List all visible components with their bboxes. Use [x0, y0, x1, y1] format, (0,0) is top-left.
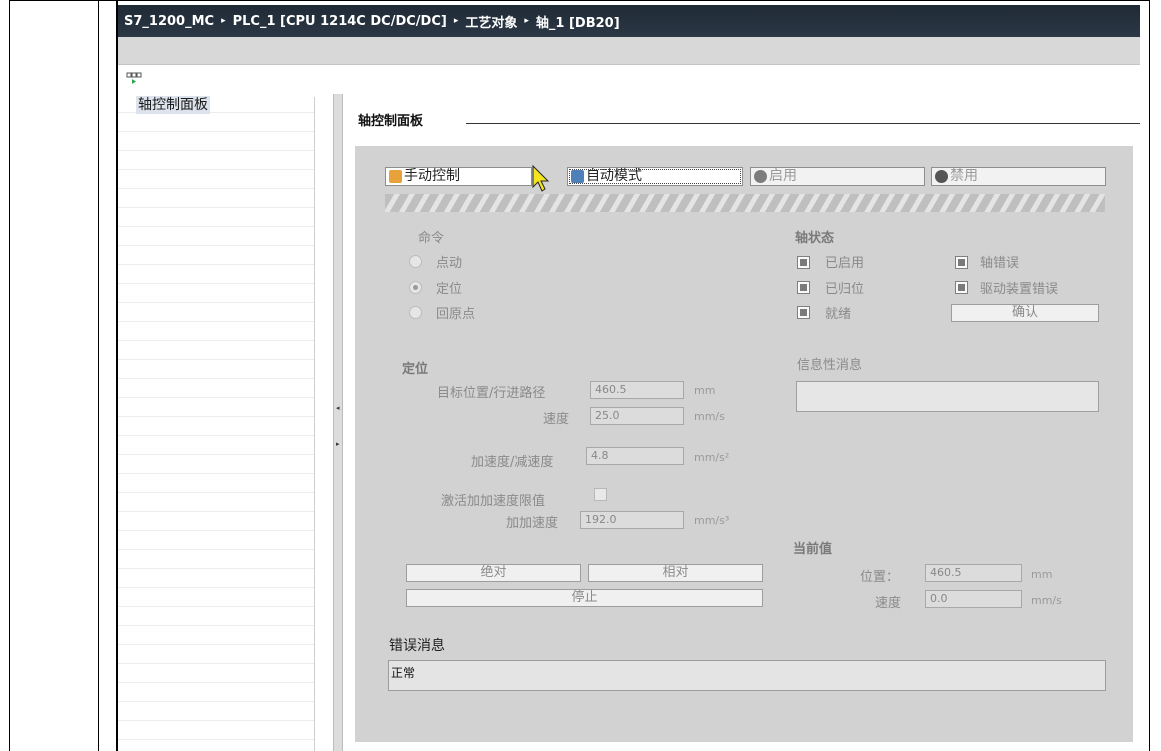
- jerk-limit-label: 激活加加速度限值: [441, 494, 546, 509]
- breadcrumb: S7_1200_MC ▸ PLC_1 [CPU 1214C DC/DC/DC] …: [118, 5, 1140, 37]
- current-position-field: 460.5: [925, 564, 1022, 582]
- auto-mode-icon: [571, 170, 584, 183]
- hand-icon: [389, 170, 402, 183]
- error-message-text: 正常: [391, 666, 416, 680]
- toolbar-strip: [118, 37, 1140, 65]
- homing-label: 回原点: [436, 307, 476, 322]
- axis-panel-icon: [126, 72, 142, 84]
- target-position-unit: mm: [694, 384, 716, 397]
- enable-label: 启用: [769, 168, 797, 184]
- disable-label: 禁用: [950, 168, 978, 184]
- disable-icon: [935, 170, 948, 183]
- acknowledge-button[interactable]: 确认: [951, 304, 1099, 322]
- positioning-radio[interactable]: [409, 281, 422, 294]
- positioning-option-label: 定位: [436, 282, 463, 297]
- acceleration-unit: mm/s²: [694, 451, 730, 464]
- speed-field[interactable]: 25.0: [590, 407, 684, 425]
- breadcrumb-separator: ▸: [524, 16, 529, 26]
- enabled-indicator: [797, 256, 810, 269]
- jog-label: 点动: [436, 256, 463, 271]
- current-speed-unit: mm/s: [1031, 594, 1062, 607]
- mouse-cursor-icon: [532, 165, 550, 192]
- expand-right-icon[interactable]: ▸: [336, 440, 340, 448]
- acceleration-field[interactable]: 4.8: [586, 447, 684, 465]
- enable-button[interactable]: 启用: [750, 167, 925, 186]
- stop-button[interactable]: 停止: [406, 589, 763, 607]
- frame-right: [1149, 0, 1150, 751]
- jerk-field[interactable]: 192.0: [580, 511, 684, 529]
- axis-status-title: 轴状态: [795, 231, 835, 246]
- current-position-label: 位置：: [860, 570, 900, 585]
- breadcrumb-axis[interactable]: 轴_1 [DB20]: [536, 12, 620, 31]
- command-title: 命令: [418, 231, 445, 246]
- page-title: 轴控制面板: [358, 114, 424, 129]
- speed-label: 速度: [543, 412, 570, 427]
- tree-item-axis-control-panel[interactable]: 轴控制面板: [136, 96, 210, 114]
- absolute-button[interactable]: 绝对: [406, 564, 581, 582]
- tree-divider: [314, 97, 315, 751]
- panel-splitter[interactable]: ◂ ▸: [333, 94, 343, 751]
- drive-error-label: 驱动装置错误: [980, 282, 1059, 297]
- heading-rule: [466, 123, 1140, 124]
- current-speed-label: 速度: [875, 596, 902, 611]
- breadcrumb-project[interactable]: S7_1200_MC: [124, 14, 214, 29]
- frame-divider: [98, 0, 99, 751]
- drive-error-indicator: [955, 281, 968, 294]
- control-panel: [355, 146, 1133, 742]
- jerk-unit: mm/s³: [694, 514, 730, 527]
- ready-label: 就绪: [825, 307, 852, 322]
- auto-mode-button[interactable]: 自动模式: [567, 167, 743, 186]
- acceleration-label: 加速度/减速度: [471, 455, 554, 470]
- info-messages-title: 信息性消息: [797, 358, 863, 373]
- homed-label: 已归位: [825, 282, 865, 297]
- navigation-tree: 轴控制面板: [118, 94, 314, 751]
- jerk-label: 加加速度: [506, 516, 559, 531]
- current-speed-field: 0.0: [925, 590, 1022, 608]
- frame-top: [9, 0, 1150, 1]
- ready-indicator: [797, 306, 810, 319]
- error-messages-box: 正常: [388, 660, 1106, 691]
- current-values-title: 当前值: [793, 542, 833, 557]
- progress-hatch: [385, 194, 1105, 212]
- jerk-limit-checkbox[interactable]: [594, 488, 607, 501]
- target-position-label: 目标位置/行进路径: [437, 386, 546, 401]
- breadcrumb-technology-objects[interactable]: 工艺对象: [465, 12, 517, 31]
- breadcrumb-separator: ▸: [453, 16, 459, 26]
- error-messages-title: 错误消息: [389, 638, 445, 654]
- positioning-title: 定位: [402, 362, 429, 377]
- target-position-field[interactable]: 460.5: [590, 381, 684, 399]
- disable-button[interactable]: 禁用: [931, 167, 1106, 186]
- jog-radio[interactable]: [409, 255, 422, 268]
- axis-error-indicator: [955, 256, 968, 269]
- breadcrumb-plc[interactable]: PLC_1 [CPU 1214C DC/DC/DC]: [233, 14, 447, 29]
- manual-control-button[interactable]: 手动控制: [385, 167, 532, 186]
- breadcrumb-separator: ▸: [221, 16, 226, 26]
- homed-indicator: [797, 281, 810, 294]
- enabled-label: 已启用: [825, 256, 865, 271]
- speed-unit: mm/s: [694, 410, 725, 423]
- auto-mode-label: 自动模式: [586, 168, 642, 184]
- frame-left: [9, 0, 10, 751]
- current-position-unit: mm: [1031, 568, 1053, 581]
- relative-button[interactable]: 相对: [588, 564, 763, 582]
- homing-radio[interactable]: [409, 306, 422, 319]
- info-messages-box: [796, 381, 1099, 412]
- collapse-left-icon[interactable]: ◂: [336, 404, 340, 412]
- manual-control-label: 手动控制: [404, 168, 460, 184]
- enable-icon: [754, 170, 767, 183]
- axis-error-label: 轴错误: [980, 256, 1020, 271]
